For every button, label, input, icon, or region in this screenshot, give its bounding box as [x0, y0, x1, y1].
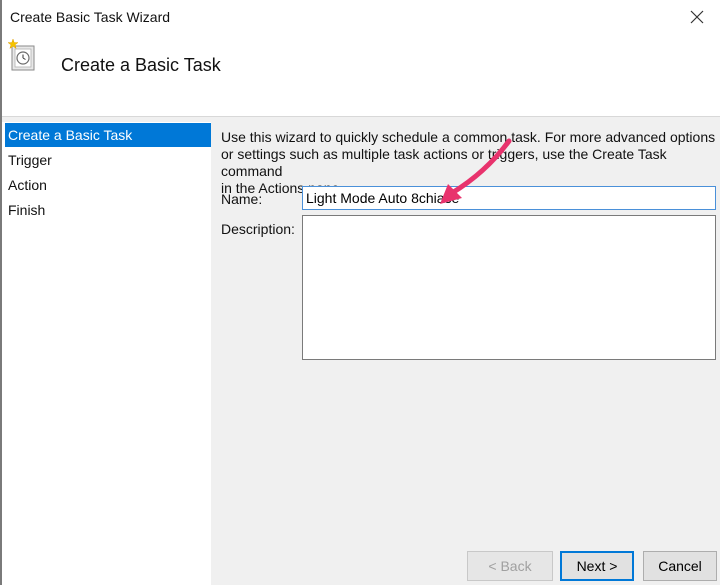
next-button[interactable]: Next > — [560, 551, 634, 581]
description-field[interactable] — [302, 215, 716, 360]
annotation-arrow-icon — [440, 138, 512, 204]
step-finish[interactable]: Finish — [5, 198, 211, 222]
window-left-border — [0, 0, 2, 585]
back-button[interactable]: < Back — [467, 551, 553, 581]
title-bar: Create Basic Task Wizard — [0, 0, 720, 34]
task-scheduler-clock-icon — [8, 38, 35, 71]
page-title: Create a Basic Task — [61, 55, 221, 75]
wizard-window: Create Basic Task Wizard Create a Basic … — [0, 0, 720, 585]
steps-pane: Create a Basic Task Trigger Action Finis… — [2, 122, 211, 585]
description-label: Description: — [221, 221, 295, 237]
close-button[interactable] — [674, 0, 720, 34]
step-action[interactable]: Action — [5, 173, 211, 197]
wizard-header: Create a Basic Task — [0, 34, 720, 116]
close-icon — [690, 10, 704, 24]
step-trigger[interactable]: Trigger — [5, 148, 211, 172]
step-create-basic-task[interactable]: Create a Basic Task — [5, 123, 211, 147]
header-divider — [0, 116, 720, 117]
window-title: Create Basic Task Wizard — [10, 9, 171, 25]
name-label: Name: — [221, 191, 263, 207]
cancel-button[interactable]: Cancel — [643, 551, 717, 581]
